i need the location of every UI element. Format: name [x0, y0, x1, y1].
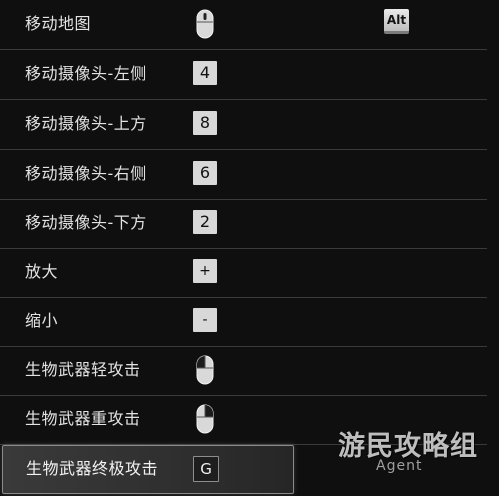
keycap: 4 — [193, 61, 217, 85]
keybind-label: 移动摄像头-右侧 — [25, 164, 147, 183]
keybind-label: 移动摄像头-下方 — [25, 213, 147, 232]
keybind-row-bioweapon-ultimate-attack[interactable]: 生物武器终极攻击 G — [2, 445, 294, 494]
keybind-label: 生物武器轻攻击 — [25, 360, 141, 379]
keybind-label: 缩小 — [25, 311, 59, 330]
keybind-row-camera-left[interactable]: 移动摄像头-左侧 4 — [0, 50, 487, 100]
keycap: - — [193, 308, 217, 332]
mouse-left-button-icon — [196, 355, 214, 385]
keybind-label: 移动地图 — [25, 14, 92, 33]
keybind-label: 生物武器终极攻击 — [26, 459, 159, 478]
mouse-middle-button-icon — [196, 9, 214, 39]
keybind-label: 移动摄像头-上方 — [25, 114, 147, 133]
keybind-row-zoom-in[interactable]: 放大 + — [0, 248, 487, 298]
keybind-label: 移动摄像头-左侧 — [25, 64, 147, 83]
mouse-right-button-icon — [196, 404, 214, 434]
alt-key-icon: Alt — [384, 9, 409, 34]
keycap: G — [193, 456, 219, 482]
keycap: 8 — [193, 111, 217, 135]
watermark-subtitle: Agent — [376, 458, 423, 474]
keybind-row-camera-up[interactable]: 移动摄像头-上方 8 — [0, 100, 487, 150]
keybind-row-zoom-out[interactable]: 缩小 - — [0, 297, 487, 347]
keycap: 6 — [193, 161, 217, 185]
keybind-row-camera-down[interactable]: 移动摄像头-下方 2 — [0, 199, 487, 249]
keybind-label: 放大 — [25, 262, 59, 281]
keycap: 2 — [193, 210, 217, 234]
keybind-row-bioweapon-light-attack[interactable]: 生物武器轻攻击 — [0, 346, 487, 396]
keycap: + — [193, 259, 217, 283]
keybind-row-camera-right[interactable]: 移动摄像头-右侧 6 — [0, 150, 487, 200]
keybind-label: 生物武器重攻击 — [25, 409, 141, 428]
keybind-row-move-map[interactable]: 移动地图 Alt — [0, 0, 487, 50]
keybind-row-bioweapon-heavy-attack[interactable]: 生物武器重攻击 — [0, 395, 487, 445]
